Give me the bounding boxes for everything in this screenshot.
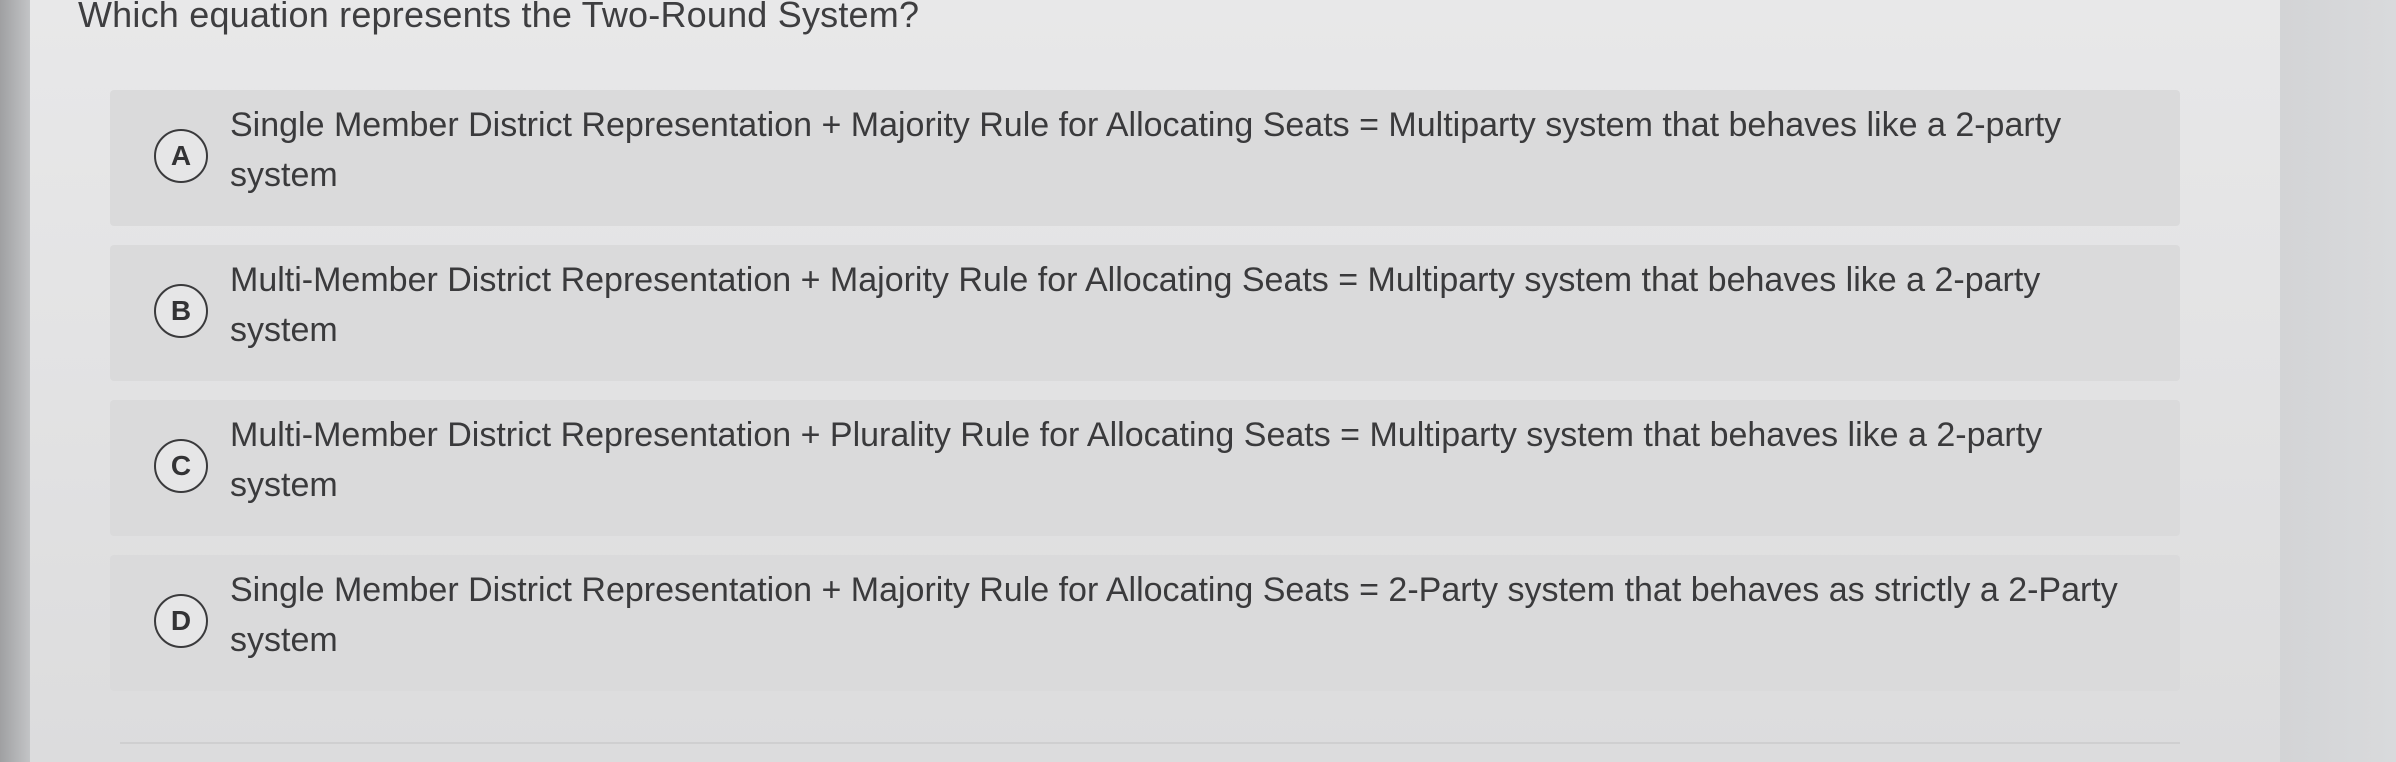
option-c-letter-badge: C bbox=[154, 439, 208, 493]
option-a[interactable]: A Single Member District Representation … bbox=[110, 90, 2180, 226]
option-d-text: Single Member District Representation + … bbox=[230, 571, 2118, 659]
divider bbox=[120, 742, 2180, 744]
option-c[interactable]: C Multi-Member District Representation +… bbox=[110, 400, 2180, 536]
page-background-right bbox=[2280, 0, 2396, 762]
option-b[interactable]: B Multi-Member District Representation +… bbox=[110, 245, 2180, 381]
screen-edge bbox=[0, 0, 30, 762]
option-b-letter-badge: B bbox=[154, 284, 208, 338]
option-d-letter-badge: D bbox=[154, 594, 208, 648]
option-d[interactable]: D Single Member District Representation … bbox=[110, 555, 2180, 691]
option-a-text: Single Member District Representation + … bbox=[230, 106, 2062, 194]
option-b-text: Multi-Member District Representation + M… bbox=[230, 261, 2041, 349]
option-c-text: Multi-Member District Representation + P… bbox=[230, 416, 2043, 504]
question-text: Which equation represents the Two-Round … bbox=[78, 0, 920, 35]
option-a-letter-badge: A bbox=[154, 129, 208, 183]
